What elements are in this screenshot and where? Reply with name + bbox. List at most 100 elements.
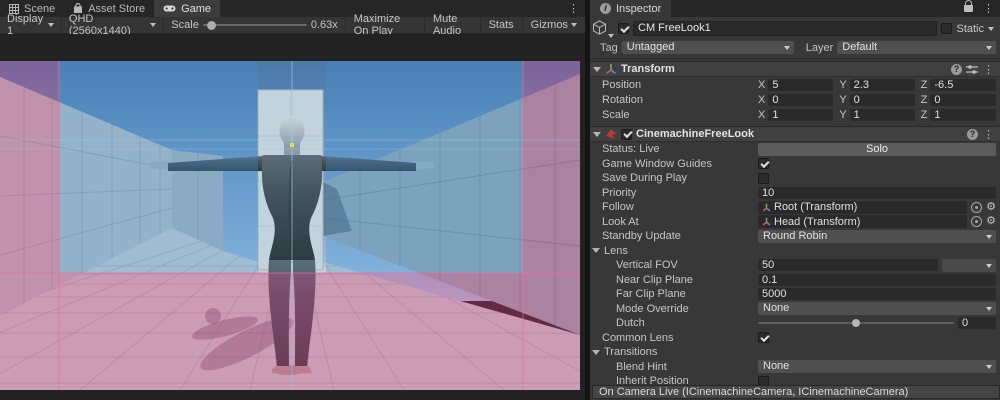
display-dropdown[interactable]: Display 1 (0, 17, 62, 33)
lookat-object-field[interactable]: Head (Transform) (758, 215, 967, 228)
guide-pink-bottom (59, 273, 523, 390)
dutch-label: Dutch (616, 317, 758, 329)
static-control[interactable]: Static (941, 23, 996, 35)
toolbar-right-buttons: Maximize On Play Mute Audio Stats Gizmos (345, 17, 585, 33)
position-z-field[interactable]: -6.5 (930, 79, 996, 91)
game-view-toolbar: Display 1 QHD (2560x1440) Scale 0.63x Ma… (0, 17, 585, 34)
solo-button[interactable]: Solo (758, 143, 996, 156)
stats-button[interactable]: Stats (480, 17, 522, 33)
mute-audio-button[interactable]: Mute Audio (424, 17, 480, 33)
transitions-foldout-row[interactable]: Transitions (590, 345, 1000, 360)
priority-field[interactable]: 10 (758, 187, 996, 199)
foldout-icon[interactable] (593, 132, 601, 137)
static-checkbox[interactable] (941, 23, 952, 34)
foldout-icon[interactable] (592, 350, 600, 355)
chevron-down-icon (571, 23, 577, 27)
lookat-row: Look At Head (Transform) ⚙ (590, 215, 1000, 230)
maximize-on-play-button[interactable]: Maximize On Play (345, 17, 424, 33)
gear-icon[interactable]: ⚙ (986, 202, 996, 213)
blend-hint-dropdown[interactable]: None (758, 360, 996, 373)
mode-override-dropdown[interactable]: None (758, 302, 996, 315)
transform-component-header[interactable]: Transform ? ⋮ (590, 61, 1000, 77)
standby-dropdown[interactable]: Round Robin (758, 230, 996, 243)
object-picker-icon[interactable] (971, 216, 982, 227)
position-label: Position (602, 79, 758, 91)
component-menu-icon[interactable]: ⋮ (982, 128, 995, 141)
vfov-field[interactable]: 50 (758, 259, 938, 271)
nearclip-field[interactable]: 0.1 (758, 274, 996, 286)
scale-x-field[interactable]: 1 (768, 109, 833, 121)
dutch-value-field[interactable]: 0 (958, 317, 996, 329)
rotation-x-field[interactable]: 0 (768, 94, 833, 106)
help-icon[interactable]: ? (967, 129, 978, 140)
layer-label: Layer (798, 42, 834, 54)
lens-foldout-row[interactable]: Lens (590, 244, 1000, 259)
tab-inspector[interactable]: i Inspector (590, 0, 671, 17)
dutch-slider[interactable] (758, 322, 954, 324)
guides-checkbox[interactable] (758, 158, 769, 169)
common-lens-checkbox[interactable] (758, 332, 769, 343)
axis-z-label: Z (921, 109, 928, 121)
freelook-title: CinemachineFreeLook (636, 128, 963, 140)
component-menu-icon[interactable]: ⋮ (982, 63, 995, 76)
scale-label: Scale (602, 109, 758, 121)
inspector-panel: i Inspector ⋮ CM FreeL (590, 0, 1000, 400)
tab-game[interactable]: Game (154, 0, 220, 17)
standby-update-row: Standby Update Round Robin (590, 229, 1000, 244)
follow-object-field[interactable]: Root (Transform) (758, 201, 967, 214)
static-label: Static (956, 23, 984, 35)
freelook-component-header[interactable]: CinemachineFreeLook ? ⋮ (590, 126, 1000, 142)
unity-editor-window: Scene Asset Store Game ⋮ Display 1 QHD (… (0, 0, 1000, 400)
separator (590, 58, 1000, 59)
farclip-field[interactable]: 5000 (758, 288, 996, 300)
save-label: Save During Play (602, 172, 758, 184)
guides-label: Game Window Guides (602, 158, 758, 170)
scale-z-field[interactable]: 1 (930, 109, 996, 121)
inspector-menu-icon[interactable]: ⋮ (977, 0, 1000, 17)
gizmos-dropdown[interactable]: Gizmos (522, 17, 585, 33)
gameobject-header: CM FreeLook1 Static (592, 20, 996, 37)
standby-label: Standby Update (602, 230, 758, 242)
tag-dropdown[interactable]: Untagged (622, 41, 794, 54)
fov-preset-dropdown[interactable] (942, 259, 996, 272)
resolution-dropdown[interactable]: QHD (2560x1440) (62, 17, 164, 33)
axis-x-label: X (758, 94, 765, 106)
save-checkbox[interactable] (758, 173, 769, 184)
rotation-y-field[interactable]: 0 (850, 94, 915, 106)
axis-y-label: Y (839, 109, 846, 121)
transform-icon (762, 203, 771, 212)
transform-title: Transform (621, 63, 947, 75)
gameobject-icon-button[interactable] (592, 20, 614, 37)
follow-label: Follow (602, 201, 758, 213)
farclip-label: Far Clip Plane (616, 288, 758, 300)
position-y-field[interactable]: 2.3 (850, 79, 915, 91)
object-picker-icon[interactable] (971, 202, 982, 213)
freelook-enabled-checkbox[interactable] (621, 129, 632, 140)
foldout-icon[interactable] (592, 248, 600, 253)
help-icon[interactable]: ? (951, 64, 962, 75)
gizmos-label: Gizmos (531, 19, 568, 31)
gameobject-active-checkbox[interactable] (618, 23, 629, 34)
gear-icon[interactable]: ⚙ (986, 216, 996, 227)
rotation-z-field[interactable]: 0 (930, 94, 996, 106)
lens-label: Lens (604, 245, 628, 257)
foldout-icon[interactable] (593, 67, 601, 72)
blend-hint-row: Blend Hint None (590, 360, 1000, 375)
scale-slider-knob[interactable] (207, 21, 216, 30)
guide-softzone-left (59, 61, 258, 273)
dutch-slider-knob[interactable] (852, 319, 860, 327)
game-viewport[interactable] (0, 61, 580, 390)
game-panel-menu-icon[interactable]: ⋮ (562, 0, 585, 17)
position-x-field[interactable]: 5 (768, 79, 833, 91)
scale-y-field[interactable]: 1 (850, 109, 915, 121)
guide-pink-left (0, 61, 59, 390)
layer-dropdown[interactable]: Default (837, 41, 996, 54)
status-row: Status: Live Solo (590, 142, 1000, 157)
game-render-area (0, 34, 585, 400)
status-label: Status: Live (602, 143, 758, 155)
gameobject-name-field[interactable]: CM FreeLook1 (633, 21, 937, 36)
scale-slider[interactable] (203, 24, 307, 26)
dutch-row: Dutch 0 (590, 316, 1000, 331)
lock-icon[interactable] (964, 5, 973, 12)
presets-icon[interactable] (966, 64, 978, 75)
